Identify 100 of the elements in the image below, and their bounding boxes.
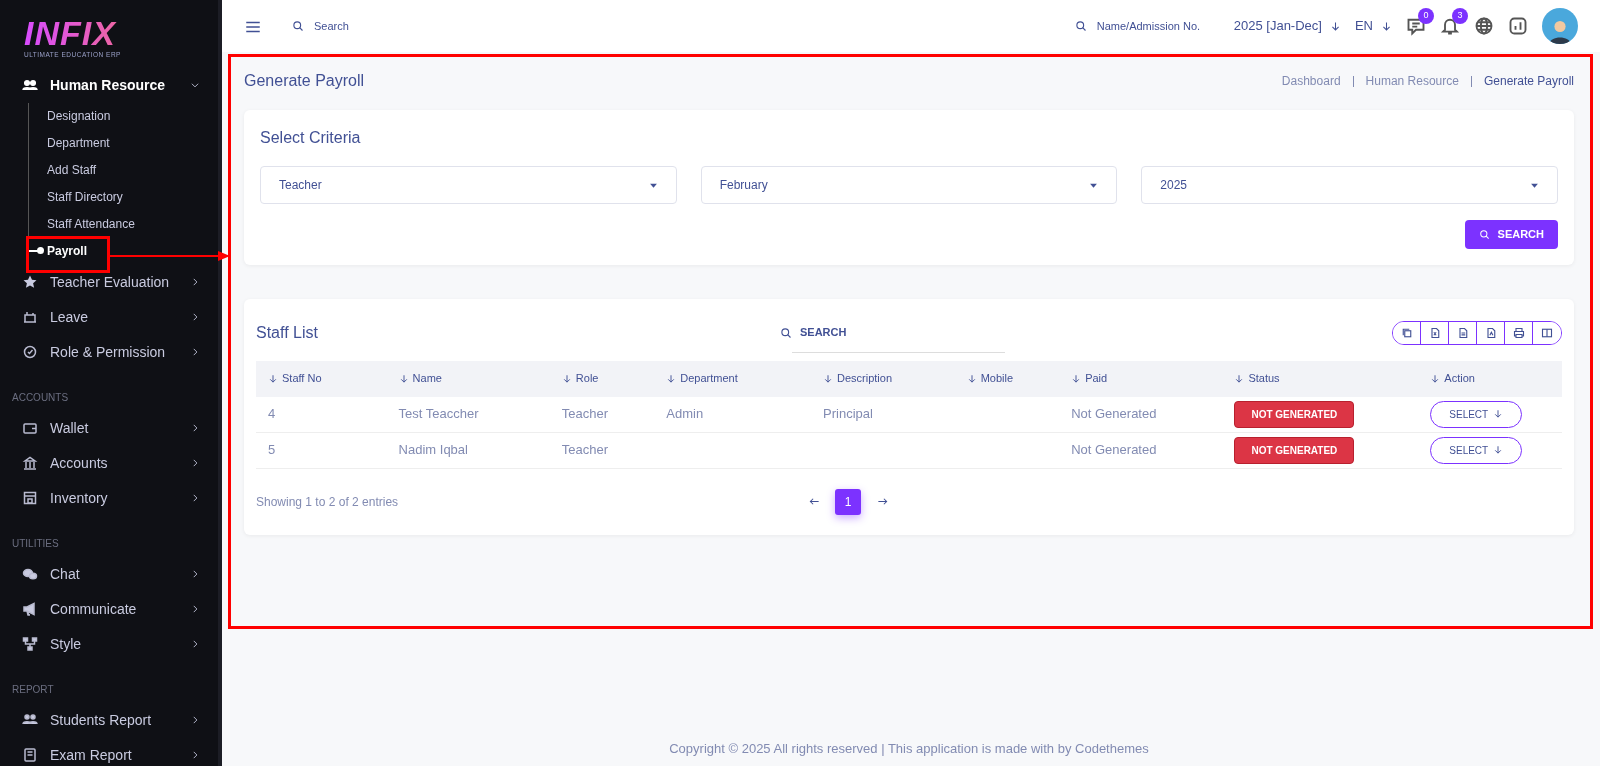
submenu-item[interactable]: Payroll: [29, 237, 218, 265]
notification-icon: [1440, 16, 1460, 36]
count-badge: 3: [1452, 8, 1468, 24]
chevron-right-icon: [190, 493, 200, 504]
search-field[interactable]: Search: [312, 16, 458, 36]
menu-icon: [22, 344, 38, 361]
submenu-item[interactable]: Designation: [29, 102, 218, 130]
table-cell-text: Teacher: [561, 405, 609, 424]
sidebar-item[interactable]: Accounts: [0, 445, 218, 481]
menu-icon: [22, 490, 38, 507]
menu-icon: [22, 420, 38, 437]
sidebar-item[interactable]: Leave: [0, 299, 218, 335]
column-header[interactable]: Role: [549, 370, 655, 387]
chat-button[interactable]: [1406, 16, 1426, 36]
chevron-right-icon: [190, 715, 200, 726]
column-header[interactable]: Staff No: [256, 370, 387, 387]
sidebar-item[interactable]: Role & Permission: [0, 334, 218, 370]
session-dropdown[interactable]: 2025 [Jan-Dec]: [1233, 16, 1341, 36]
arrow-down-icon: [1493, 409, 1504, 419]
sort-icon: [823, 373, 834, 384]
sidebar-item[interactable]: Communicate: [0, 591, 218, 627]
spreadsheet-icon: [1428, 326, 1441, 339]
menu-icon: [22, 309, 38, 326]
student-search-field[interactable]: Name/Admission No.: [1094, 16, 1220, 36]
language-dropdown[interactable]: EN: [1354, 16, 1392, 36]
submenu-item[interactable]: Add Staff: [29, 156, 218, 184]
select-dropdown[interactable]: 2025: [1141, 166, 1558, 204]
sidebar-item[interactable]: Exam Report: [0, 737, 218, 766]
chevron-right-icon: [190, 347, 200, 358]
column-header[interactable]: Action: [1418, 370, 1562, 387]
chevron-right-icon: [190, 277, 200, 288]
avatar[interactable]: [1542, 8, 1578, 44]
table-cell-text: Not Generated: [1071, 405, 1157, 424]
globe-button[interactable]: [1474, 16, 1494, 36]
sidebar-item[interactable]: Inventory: [0, 480, 218, 516]
section-heading: ACCOUNTS: [11, 390, 70, 405]
search-icon: [1478, 228, 1490, 240]
table-summary: Showing 1 to 2 of 2 entries: [256, 493, 400, 511]
sidebar-item[interactable]: Style: [0, 626, 218, 662]
select-dropdown[interactable]: February: [700, 166, 1118, 204]
sidebar-item[interactable]: Human Resource: [0, 67, 218, 103]
search-icon: [1074, 20, 1087, 32]
submenu-item[interactable]: Department: [29, 129, 218, 157]
table-cell-text: Not Generated: [1071, 441, 1157, 460]
submenu-item[interactable]: Staff Attendance: [29, 210, 218, 238]
column-header[interactable]: Paid: [1059, 370, 1223, 387]
column-header[interactable]: Department: [654, 370, 812, 387]
sidebar-item[interactable]: Wallet: [0, 410, 218, 446]
copy-icon: [1400, 326, 1413, 339]
status-badge: NOT GENERATED: [1234, 400, 1355, 428]
sort-icon: [561, 373, 572, 384]
column-header[interactable]: Description: [811, 370, 955, 387]
status-badge: NOT GENERATED: [1234, 436, 1355, 464]
chevron-right-icon: [190, 458, 200, 469]
arrow-down-icon: [1329, 20, 1341, 32]
sidebar-item[interactable]: Chat: [0, 556, 218, 592]
sort-icon: [966, 373, 977, 384]
sort-icon: [1234, 373, 1245, 384]
select-dropdown-button[interactable]: SELECT: [1430, 436, 1523, 464]
sidebar-item[interactable]: Teacher Evaluation: [0, 264, 218, 300]
chart-button[interactable]: [1508, 16, 1528, 36]
sidebar-item[interactable]: Students Report: [0, 702, 218, 738]
section-title: Staff List: [256, 322, 319, 343]
chevron-right-icon: [190, 423, 200, 434]
table-cell-text: 4: [268, 405, 276, 424]
chevron-right-icon: [190, 604, 200, 615]
breadcrumb-link[interactable]: Generate Payroll: [1483, 72, 1574, 90]
chevron-right-icon: [190, 312, 200, 323]
print-icon: [1512, 326, 1525, 339]
sort-icon: [666, 373, 677, 384]
arrow-down-icon: [1381, 20, 1392, 32]
sort-icon: [398, 373, 409, 384]
page-button[interactable]: 1: [835, 488, 861, 515]
section-title: Select Criteria: [260, 128, 362, 148]
section-heading: REPORT: [11, 682, 55, 697]
arrow-right-icon: [876, 496, 888, 507]
globe-icon: [1474, 16, 1494, 36]
columns-icon: [1541, 326, 1553, 339]
table-search-field[interactable]: SEARCH: [792, 312, 1005, 353]
submenu-item[interactable]: Staff Directory: [29, 183, 218, 211]
notification-button[interactable]: [1440, 16, 1460, 36]
search-button[interactable]: SEARCH: [1464, 220, 1558, 249]
copy-button[interactable]: [1393, 321, 1421, 344]
chat-icon: [1406, 16, 1426, 36]
column-header[interactable]: Name: [386, 370, 550, 387]
column-header[interactable]: Mobile: [954, 370, 1060, 387]
select-dropdown-button[interactable]: SELECT: [1430, 400, 1523, 428]
table-cell-text: Nadim Iqbal: [398, 441, 468, 460]
table-cell-text: Teacher: [561, 441, 609, 460]
sort-icon: [268, 373, 278, 384]
table-cell-text: Test Teaccher: [398, 405, 479, 424]
menu-icon: [22, 455, 38, 472]
table-cell-text: Admin: [666, 405, 704, 424]
search-icon: [292, 20, 304, 32]
table-cell-text: 5: [268, 441, 276, 460]
table-cell-text: Principal: [823, 405, 873, 424]
document-icon: [1456, 326, 1469, 339]
count-badge: 0: [1418, 8, 1434, 24]
select-dropdown[interactable]: Teacher: [260, 166, 677, 204]
column-header[interactable]: Status: [1222, 370, 1419, 387]
